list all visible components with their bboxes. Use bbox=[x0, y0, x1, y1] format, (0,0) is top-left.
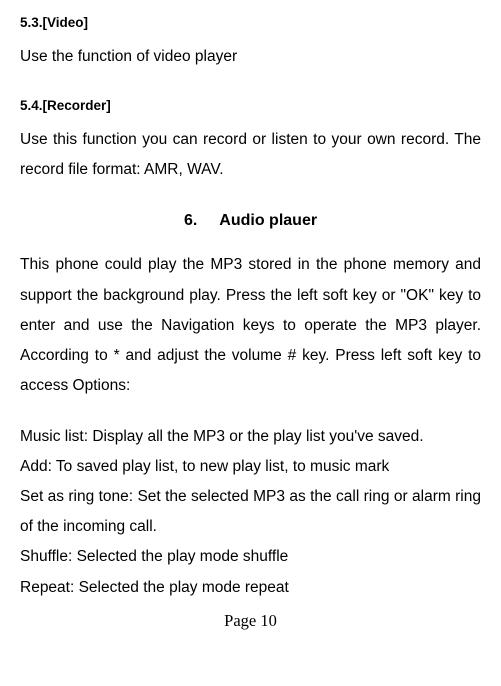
page-footer: Page 10 bbox=[20, 605, 481, 637]
option-set-ring: Set as ring tone: Set the selected MP3 a… bbox=[20, 482, 481, 542]
option-repeat: Repeat: Selected the play mode repeat bbox=[20, 573, 481, 603]
option-shuffle: Shuffle: Selected the play mode shuffle bbox=[20, 542, 481, 572]
option-add: Add: To saved play list, to new play lis… bbox=[20, 452, 481, 482]
section-body-video: Use the function of video player bbox=[20, 42, 481, 72]
section-heading-recorder: 5.4.[Recorder] bbox=[20, 93, 481, 119]
chapter-intro: This phone could play the MP3 stored in … bbox=[20, 250, 481, 401]
chapter-title: Audio plauer bbox=[219, 212, 317, 229]
section-body-recorder: Use this function you can record or list… bbox=[20, 125, 481, 185]
chapter-heading: 6. Audio plauer bbox=[20, 205, 481, 236]
section-heading-video: 5.3.[Video] bbox=[20, 10, 481, 36]
chapter-options: Music list: Display all the MP3 or the p… bbox=[20, 422, 481, 603]
option-music-list: Music list: Display all the MP3 or the p… bbox=[20, 422, 481, 452]
chapter-number: 6. bbox=[184, 205, 197, 236]
